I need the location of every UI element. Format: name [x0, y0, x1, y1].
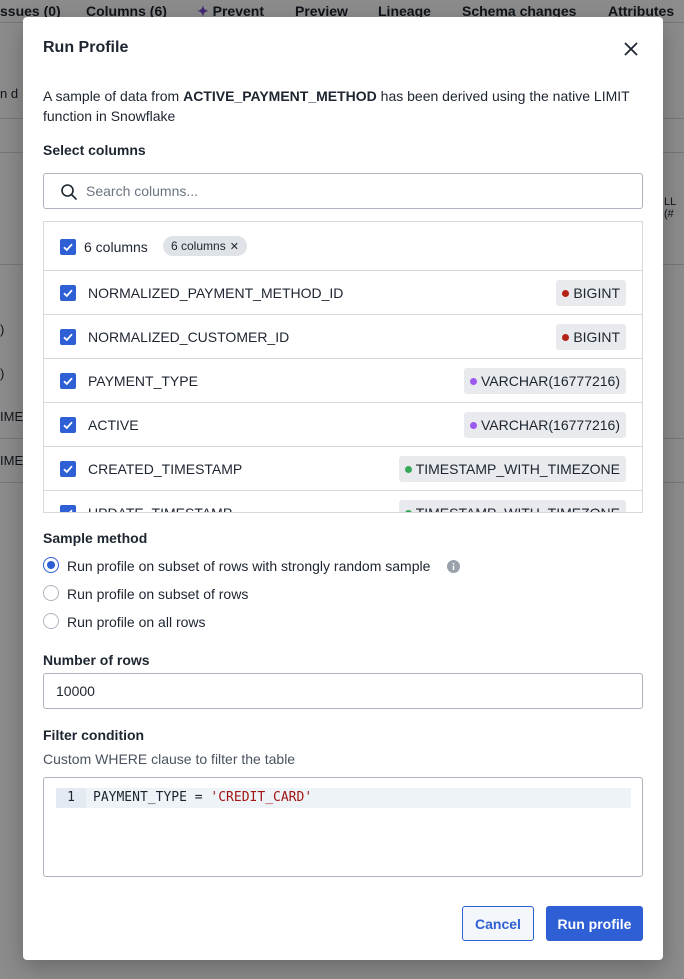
- column-list[interactable]: 6 columns 6 columns ✕ NORMALIZED_PAYMENT_…: [43, 221, 643, 513]
- dialog-title: Run Profile: [43, 39, 129, 56]
- column-name: NORMALIZED_PAYMENT_METHOD_ID: [88, 285, 344, 301]
- type-dot-icon: [469, 422, 477, 429]
- radio-subset[interactable]: [43, 585, 59, 601]
- column-row[interactable]: CREATED_TIMESTAMP TIMESTAMP_WITH_TIMEZON…: [44, 447, 642, 491]
- selected-columns-chip[interactable]: 6 columns ✕: [163, 236, 247, 256]
- type-dot-icon: [404, 510, 412, 512]
- run-profile-button[interactable]: Run profile: [546, 906, 643, 941]
- check-icon: [63, 377, 73, 386]
- check-icon: [69, 509, 73, 512]
- select-columns-label: Select columns: [43, 142, 146, 158]
- select-all-label: 6 columns: [84, 239, 148, 255]
- sample-option-all[interactable]: Run profile on all rows: [43, 612, 263, 632]
- code-line: 1 PAYMENT_TYPE = 'CREDIT_CARD': [56, 788, 631, 808]
- sample-method-label: Sample method: [43, 530, 148, 546]
- type-dot-icon: [469, 378, 477, 385]
- close-icon: [624, 42, 638, 56]
- filter-description: Custom WHERE clause to filter the table: [43, 751, 296, 767]
- column-row[interactable]: NORMALIZED_CUSTOMER_ID BIGINT: [44, 315, 642, 359]
- column-checkbox[interactable]: [60, 505, 76, 512]
- run-profile-dialog: Run Profile A sample of data from ACTIVE…: [23, 17, 663, 960]
- search-columns-field[interactable]: [43, 173, 643, 209]
- check-icon: [63, 421, 73, 430]
- cancel-button[interactable]: Cancel: [462, 906, 534, 941]
- select-all-checkbox[interactable]: [60, 239, 76, 255]
- search-columns-input[interactable]: [86, 174, 626, 208]
- column-name: NORMALIZED_CUSTOMER_ID: [88, 329, 290, 345]
- column-checkbox[interactable]: [60, 461, 76, 477]
- info-icon[interactable]: [447, 560, 460, 573]
- filter-code-editor[interactable]: 1 PAYMENT_TYPE = 'CREDIT_CARD': [43, 777, 643, 877]
- code-text: PAYMENT_TYPE = 'CREDIT_CARD': [93, 790, 313, 805]
- select-all-row[interactable]: 6 columns 6 columns ✕: [44, 222, 642, 271]
- check-icon: [63, 333, 73, 342]
- radio-all-rows[interactable]: [43, 613, 59, 629]
- close-button[interactable]: [621, 39, 641, 59]
- column-type-badge: VARCHAR(16777216): [463, 368, 626, 394]
- search-icon: [61, 184, 77, 200]
- column-name: ACTIVE: [88, 417, 139, 433]
- check-icon: [63, 243, 73, 252]
- column-type-badge: BIGINT: [556, 324, 626, 350]
- column-type-badge: VARCHAR(16777216): [463, 412, 626, 438]
- type-dot-icon: [562, 334, 570, 341]
- type-dot-icon: [562, 290, 570, 297]
- radio-random-sample[interactable]: [43, 557, 59, 573]
- number-of-rows-input[interactable]: [56, 674, 626, 708]
- column-checkbox[interactable]: [60, 329, 76, 345]
- number-of-rows-label: Number of rows: [43, 652, 150, 668]
- column-type-badge: TIMESTAMP_WITH_TIMEZONE: [398, 500, 626, 512]
- check-icon: [63, 289, 73, 298]
- column-checkbox[interactable]: [60, 417, 76, 433]
- column-type-badge: BIGINT: [556, 280, 626, 306]
- column-name: UPDATE_TIMESTAMP: [88, 505, 233, 513]
- line-number: 1: [56, 788, 86, 808]
- column-checkbox[interactable]: [60, 285, 76, 301]
- column-type-badge: TIMESTAMP_WITH_TIMEZONE: [398, 456, 626, 482]
- table-name: ACTIVE_PAYMENT_METHOD: [183, 88, 377, 104]
- column-row[interactable]: UPDATE_TIMESTAMP TIMESTAMP_WITH_TIMEZONE: [44, 491, 642, 513]
- remove-chip-icon[interactable]: ✕: [230, 241, 239, 253]
- sample-option-subset[interactable]: Run profile on subset of rows: [43, 584, 303, 604]
- column-row[interactable]: ACTIVE VARCHAR(16777216): [44, 403, 642, 447]
- type-dot-icon: [404, 466, 412, 473]
- column-row[interactable]: NORMALIZED_PAYMENT_METHOD_ID BIGINT: [44, 271, 642, 315]
- dialog-description: A sample of data from ACTIVE_PAYMENT_MET…: [43, 88, 630, 124]
- filter-condition-label: Filter condition: [43, 727, 145, 743]
- column-name: PAYMENT_TYPE: [88, 373, 198, 389]
- column-row[interactable]: PAYMENT_TYPE VARCHAR(16777216): [44, 359, 642, 403]
- sample-option-random[interactable]: Run profile on subset of rows with stron…: [43, 556, 483, 576]
- check-icon: [63, 465, 73, 474]
- column-checkbox[interactable]: [60, 373, 76, 389]
- number-of-rows-field[interactable]: [43, 673, 643, 709]
- column-name: CREATED_TIMESTAMP: [88, 461, 243, 477]
